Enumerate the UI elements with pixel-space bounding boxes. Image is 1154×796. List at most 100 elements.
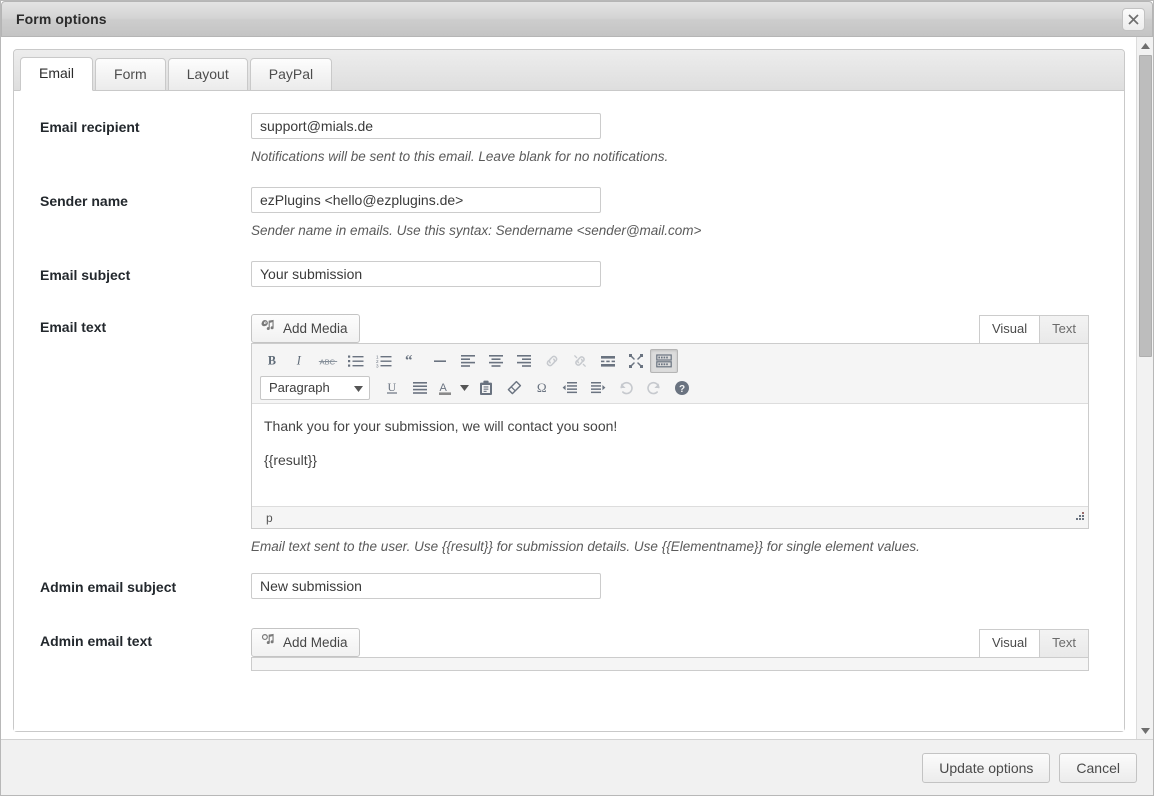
dialog-titlebar: Form options — [1, 1, 1153, 37]
paste-as-text-icon[interactable] — [472, 376, 500, 400]
editor-toolbar-row-1: B I ABC 1 2 3 “ — [254, 347, 1086, 374]
format-select[interactable]: Paragraph — [260, 375, 370, 400]
clear-formatting-icon[interactable] — [500, 376, 528, 400]
tab-paypal-label[interactable]: PayPal — [251, 59, 331, 90]
svg-text:?: ? — [679, 384, 685, 395]
text-color-chevron-icon[interactable] — [456, 376, 472, 400]
redo-icon[interactable] — [640, 376, 668, 400]
italic-icon[interactable]: I — [286, 349, 314, 373]
admin-editor-toolbar-row-1 — [254, 661, 1086, 670]
email-recipient-help: Notifications will be sent to this email… — [251, 149, 669, 164]
align-center-icon[interactable] — [482, 349, 510, 373]
add-media-icon — [261, 319, 276, 337]
admin-add-media-label: Add Media — [283, 634, 348, 650]
bold-icon[interactable]: B — [258, 349, 286, 373]
tab-panel-email: Email recipient Notifications will be se… — [14, 91, 1124, 731]
field-row-email-text: Email text Add Media Visual Text B I ABC… — [14, 313, 1124, 555]
admin-editor-mode-tabs: Visual Text — [978, 627, 1089, 657]
tab-email[interactable]: Email — [20, 57, 94, 91]
tab-email-label[interactable]: Email — [21, 58, 92, 89]
sender-name-label: Sender name — [40, 193, 128, 209]
email-text-help: Email text sent to the user. Use {{resul… — [251, 539, 920, 554]
dialog-body: Email Form Layout PayPal Email recipient… — [1, 37, 1153, 739]
insert-link-icon[interactable] — [538, 349, 566, 373]
text-color-icon[interactable]: A — [434, 376, 456, 400]
email-recipient-label: Email recipient — [40, 119, 140, 135]
tab-layout[interactable]: Layout — [167, 58, 248, 91]
email-subject-label: Email subject — [40, 267, 131, 283]
outdent-icon[interactable] — [556, 376, 584, 400]
align-left-icon[interactable] — [454, 349, 482, 373]
add-media-icon — [261, 633, 276, 651]
svg-text:U: U — [388, 380, 397, 394]
add-media-button[interactable]: Add Media — [251, 313, 360, 343]
editor-tab-text[interactable]: Text — [1039, 315, 1089, 343]
editor-toolbar-row-2: Paragraph U A Ω ? — [254, 374, 1086, 401]
indent-icon[interactable] — [584, 376, 612, 400]
cancel-button[interactable]: Cancel — [1059, 752, 1137, 783]
keyboard-shortcuts-icon[interactable]: ? — [668, 376, 696, 400]
svg-text:A: A — [440, 382, 448, 394]
add-media-label: Add Media — [283, 320, 348, 336]
close-icon[interactable] — [1122, 8, 1145, 31]
admin-editor-tab-visual[interactable]: Visual — [978, 629, 1041, 657]
tab-form[interactable]: Form — [95, 58, 166, 91]
tabs-container: Email Form Layout PayPal Email recipient… — [13, 49, 1125, 732]
chevron-down-icon — [354, 380, 363, 395]
strikethrough-icon[interactable]: ABC — [314, 349, 342, 373]
read-more-icon[interactable] — [594, 349, 622, 373]
editor-toolbar: B I ABC 1 2 3 “ Paragraph U A Ω ? — [252, 344, 1088, 404]
email-text-content[interactable]: Thank you for your submission, we will c… — [252, 404, 1088, 506]
tab-paypal[interactable]: PayPal — [249, 58, 333, 91]
svg-text:I: I — [295, 354, 301, 368]
align-justify-icon[interactable] — [406, 376, 434, 400]
numbered-list-icon[interactable]: 1 2 3 — [370, 349, 398, 373]
blockquote-icon[interactable]: “ — [398, 349, 426, 373]
tab-layout-label[interactable]: Layout — [169, 59, 247, 90]
tab-list: Email Form Layout PayPal — [14, 50, 1124, 91]
horizontal-rule-icon[interactable] — [426, 349, 454, 373]
svg-text:3: 3 — [376, 363, 379, 368]
email-text-paragraph-1: Thank you for your submission, we will c… — [264, 418, 618, 434]
update-options-button[interactable]: Update options — [922, 752, 1051, 783]
scroll-up-arrow-icon[interactable] — [1137, 37, 1153, 54]
field-row-admin-email-text: Admin email text Add Media Visual Text — [14, 627, 1124, 671]
editor-element-path: p — [266, 511, 273, 525]
align-right-icon[interactable] — [510, 349, 538, 373]
editor-resize-handle[interactable] — [1073, 511, 1085, 526]
undo-icon[interactable] — [612, 376, 640, 400]
email-recipient-input[interactable] — [251, 113, 601, 139]
bulleted-list-icon[interactable] — [342, 349, 370, 373]
editor-statusbar: p — [252, 506, 1088, 528]
vertical-scrollbar[interactable] — [1136, 37, 1153, 739]
email-text-paragraph-2: {{result}} — [264, 452, 317, 469]
scroll-down-arrow-icon[interactable] — [1137, 722, 1153, 739]
admin-email-text-editor: Add Media Visual Text — [251, 627, 1089, 671]
svg-text:“: “ — [405, 354, 413, 368]
sender-name-input[interactable] — [251, 187, 601, 213]
fullscreen-icon[interactable] — [622, 349, 650, 373]
svg-text:B: B — [267, 354, 275, 368]
admin-editor-tab-text[interactable]: Text — [1039, 629, 1089, 657]
admin-editor-media-row: Add Media Visual Text — [251, 627, 1089, 657]
editor-tab-visual[interactable]: Visual — [978, 315, 1041, 343]
form-options-dialog: Form options Email Form Layout PayPal Em… — [0, 0, 1154, 796]
remove-link-icon[interactable] — [566, 349, 594, 373]
field-row-sender-name: Sender name Sender name in emails. Use t… — [14, 187, 1124, 239]
sender-name-help: Sender name in emails. Use this syntax: … — [251, 223, 702, 238]
field-row-email-subject: Email subject — [14, 261, 1124, 287]
admin-email-subject-input[interactable] — [251, 573, 601, 599]
admin-add-media-button[interactable]: Add Media — [251, 627, 360, 657]
dialog-title: Form options — [16, 11, 107, 27]
format-select-value: Paragraph — [269, 380, 330, 395]
email-text-label: Email text — [40, 319, 107, 335]
underline-icon[interactable]: U — [378, 376, 406, 400]
toolbar-toggle-icon[interactable] — [650, 348, 678, 373]
admin-editor-box — [251, 657, 1089, 671]
admin-email-text-label: Admin email text — [40, 633, 153, 649]
scrollbar-thumb[interactable] — [1139, 55, 1152, 357]
tab-form-label[interactable]: Form — [96, 59, 165, 90]
email-subject-input[interactable] — [251, 261, 601, 287]
editor-box: B I ABC 1 2 3 “ Paragraph U A Ω ? Thank … — [251, 343, 1089, 529]
special-character-icon[interactable]: Ω — [528, 376, 556, 400]
